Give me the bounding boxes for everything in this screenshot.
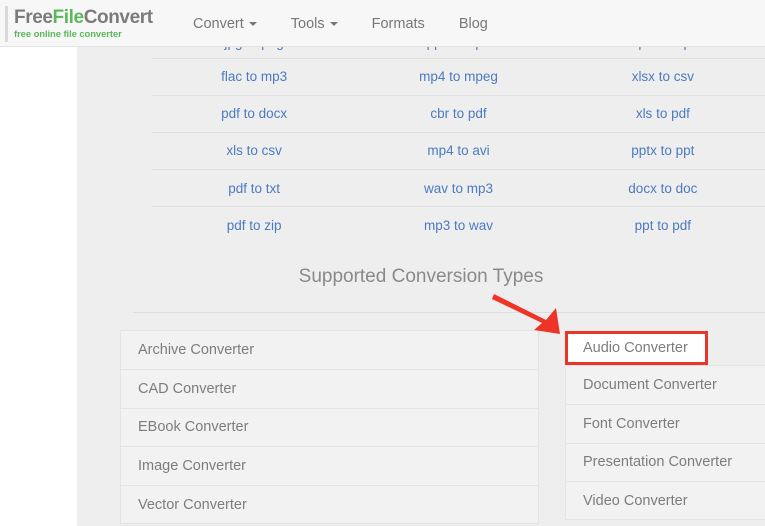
- nav-item-convert[interactable]: Convert: [176, 0, 274, 47]
- table-row: flac to mp3 mp4 to mpeg xlsx to csv: [152, 57, 765, 96]
- table-row: pdf to txt wav to mp3 docx to doc: [152, 169, 765, 207]
- list-item-cad-converter[interactable]: CAD Converter: [120, 368, 539, 408]
- list-item-label: Document Converter: [583, 376, 717, 393]
- list-item-label: Video Converter: [583, 492, 688, 509]
- list-item-label: Vector Converter: [138, 496, 247, 513]
- converter-type-list-right: Audio Converter Document Converter Font …: [565, 330, 765, 521]
- table-cell[interactable]: flac to mp3: [152, 57, 357, 96]
- nav-item-label: Tools: [290, 15, 325, 32]
- nav-item-tools[interactable]: Tools: [274, 0, 355, 47]
- list-item-image-converter[interactable]: Image Converter: [120, 446, 539, 486]
- table-cell[interactable]: mp3 to mp4: [561, 47, 765, 58]
- nav-item-formats[interactable]: Formats: [355, 0, 442, 47]
- logo-part-free: Free: [14, 7, 53, 29]
- nav-item-label: Blog: [458, 15, 488, 32]
- list-item-label: Archive Converter: [138, 341, 255, 358]
- conversion-link[interactable]: jpg to png: [225, 47, 284, 50]
- conversion-link[interactable]: xlsx to csv: [632, 69, 694, 84]
- chevron-down-icon: [248, 21, 257, 26]
- list-item-audio-converter[interactable]: Audio Converter: [565, 331, 708, 365]
- table-cell[interactable]: ppt to pdf: [560, 206, 765, 244]
- list-item-label: Image Converter: [138, 458, 246, 475]
- table-cell[interactable]: mp4 to mpeg: [356, 57, 561, 96]
- table-row: jpg to png ppt to mp4 mp3 to mp4: [152, 47, 765, 58]
- horizontal-divider: [133, 312, 765, 313]
- list-item-ebook-converter[interactable]: EBook Converter: [120, 407, 539, 447]
- conversion-link[interactable]: docx to doc: [628, 181, 697, 196]
- table-row: xls to csv mp4 to avi pptx to ppt: [152, 131, 765, 170]
- conversion-link[interactable]: cbr to pdf: [430, 106, 486, 121]
- section-title: Supported Conversion Types: [298, 266, 544, 287]
- table-cell[interactable]: mp4 to avi: [356, 131, 561, 170]
- conversion-link[interactable]: pdf to docx: [221, 106, 287, 121]
- list-item-vector-converter[interactable]: Vector Converter: [120, 485, 539, 524]
- list-item-document-converter[interactable]: Document Converter: [565, 365, 765, 404]
- conversion-link[interactable]: mp4 to mpeg: [419, 69, 498, 84]
- table-cell[interactable]: pdf to docx: [152, 94, 357, 133]
- popular-conversions-table: jpg to png ppt to mp4 mp3 to mp4 flac to…: [152, 47, 765, 244]
- page-root: FreeFileConvert free online file convert…: [0, 0, 765, 526]
- conversion-link[interactable]: ppt to mp4: [427, 47, 491, 50]
- list-item-video-converter[interactable]: Video Converter: [565, 481, 765, 521]
- nav-item-label: Convert: [193, 15, 244, 32]
- table-cell[interactable]: pdf to txt: [152, 169, 357, 207]
- logo-part-file: File: [52, 7, 85, 29]
- table-cell[interactable]: pdf to zip: [152, 206, 357, 244]
- table-row: pdf to docx cbr to pdf xls to pdf: [152, 94, 765, 133]
- table-row: pdf to zip mp3 to wav ppt to pdf: [152, 206, 765, 244]
- conversion-link[interactable]: xls to pdf: [636, 106, 690, 121]
- page-content: jpg to png ppt to mp4 mp3 to mp4 flac to…: [77, 47, 765, 526]
- conversion-link[interactable]: flac to mp3: [221, 69, 287, 84]
- table-cell[interactable]: xls to csv: [152, 131, 357, 170]
- conversion-link[interactable]: ppt to pdf: [635, 218, 691, 233]
- logo-part-convert: Convert: [83, 7, 153, 29]
- list-item-font-converter[interactable]: Font Converter: [565, 403, 765, 443]
- conversion-link[interactable]: xls to csv: [226, 143, 282, 158]
- chevron-down-icon: [329, 21, 338, 26]
- table-cell[interactable]: wav to mp3: [356, 169, 561, 207]
- main-navigation: Convert Tools Formats Blog: [176, 0, 505, 47]
- list-item-label: Audio Converter: [583, 340, 688, 356]
- list-item-archive-converter[interactable]: Archive Converter: [120, 330, 539, 369]
- list-item-label: CAD Converter: [138, 380, 237, 397]
- conversion-link[interactable]: pdf to txt: [228, 181, 280, 196]
- nav-item-label: Formats: [371, 15, 425, 32]
- list-item-label: Presentation Converter: [583, 454, 733, 471]
- site-logo[interactable]: FreeFileConvert free online file convert…: [5, 6, 153, 42]
- conversion-link[interactable]: wav to mp3: [424, 181, 493, 196]
- conversion-link[interactable]: mp3 to wav: [424, 218, 493, 233]
- table-cell[interactable]: docx to doc: [560, 169, 765, 207]
- table-cell[interactable]: cbr to pdf: [356, 94, 561, 133]
- table-cell[interactable]: xls to pdf: [560, 94, 765, 133]
- list-item-label: EBook Converter: [138, 419, 249, 436]
- table-cell[interactable]: jpg to png: [152, 47, 356, 58]
- nav-item-blog[interactable]: Blog: [442, 0, 505, 47]
- table-cell[interactable]: xlsx to csv: [560, 57, 765, 96]
- conversions-table-body: jpg to png ppt to mp4 mp3 to mp4 flac to…: [152, 47, 765, 244]
- list-item-label: Font Converter: [583, 415, 680, 432]
- site-header: FreeFileConvert free online file convert…: [0, 0, 765, 47]
- table-cell[interactable]: mp3 to wav: [356, 206, 561, 244]
- logo-tagline: free online file converter: [14, 29, 122, 41]
- converter-type-list-left: Archive Converter CAD Converter EBook Co…: [120, 330, 539, 524]
- table-cell[interactable]: ppt to mp4: [356, 47, 560, 58]
- conversion-link[interactable]: pptx to ppt: [631, 143, 694, 158]
- conversion-link[interactable]: pdf to zip: [227, 218, 282, 233]
- table-cell[interactable]: pptx to ppt: [560, 131, 765, 170]
- conversion-link[interactable]: mp4 to avi: [427, 143, 489, 158]
- conversion-link[interactable]: mp3 to mp4: [627, 47, 698, 50]
- list-item-presentation-converter[interactable]: Presentation Converter: [565, 442, 765, 482]
- logo-wordmark: FreeFileConvert: [14, 8, 153, 27]
